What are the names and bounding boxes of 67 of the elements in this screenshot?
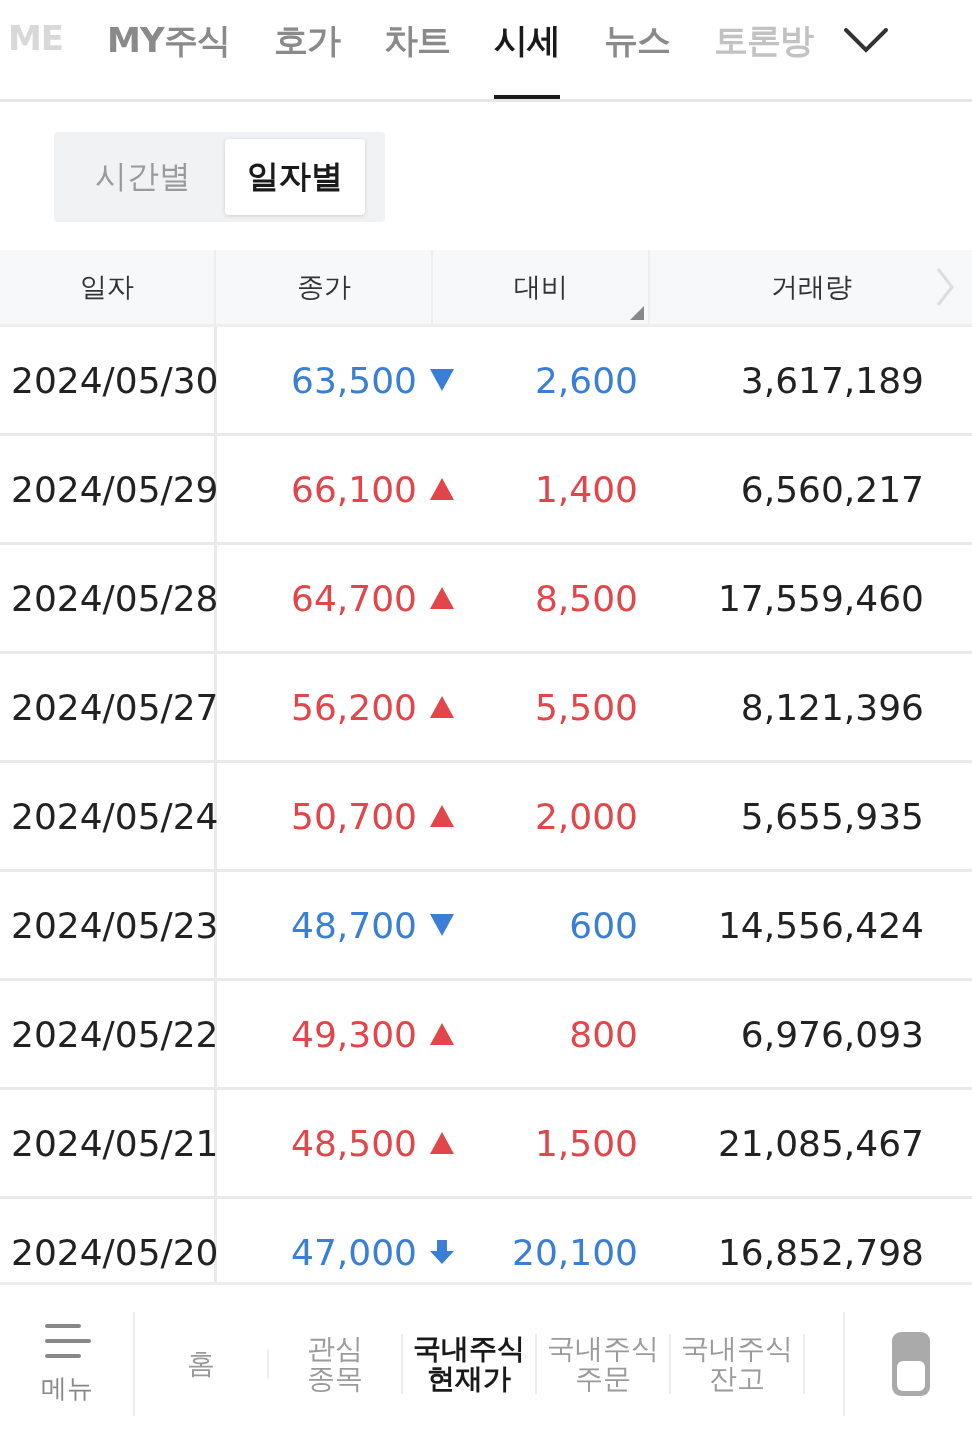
- segment-tab[interactable]: 시간별: [61, 139, 225, 215]
- triangle-down-icon: [429, 368, 455, 392]
- table-cell-text: 5,655,935: [739, 794, 924, 839]
- chevron-down-icon[interactable]: [842, 26, 889, 54]
- table-cell-text: 1,500: [533, 1121, 638, 1166]
- table-cell: 2024/05/21: [0, 1090, 217, 1196]
- triangle-up-icon: [429, 586, 455, 610]
- table-cell-text: 5,500: [533, 685, 638, 730]
- table-cell-text: 1,400: [533, 467, 638, 512]
- table-cell-text: 2,000: [533, 794, 638, 839]
- table-cell-text: 16,852,798: [716, 1230, 924, 1275]
- table-cell-text: 3,617,189: [739, 358, 924, 403]
- table-cell-text: 800: [568, 1012, 638, 1057]
- table-cell-text: 2,600: [533, 358, 638, 403]
- table-cell-text: 600: [568, 903, 638, 948]
- table-cell-text: 17,559,460: [716, 576, 924, 621]
- table-cell: 47,000: [291, 1231, 417, 1273]
- table-cell: 2024/05/29: [0, 436, 217, 542]
- tab[interactable]: 차트: [383, 18, 450, 99]
- menu-label[interactable]: 메뉴: [40, 1370, 93, 1406]
- table-cell: 64,700: [291, 577, 417, 619]
- table-header-cell: 거래량: [650, 250, 972, 324]
- table-cell: 56,200: [291, 686, 417, 728]
- table-cell-text: 21,085,467: [716, 1121, 924, 1166]
- triangle-down-icon: [429, 913, 455, 937]
- table-cell: 49,300: [291, 1013, 417, 1055]
- nav-item[interactable]: 관심 종목: [269, 1334, 403, 1394]
- table-cell: 48,500: [291, 1122, 417, 1164]
- table-cell: 48,700: [291, 904, 417, 946]
- table-cell-text: 14,556,424: [716, 903, 924, 948]
- tab[interactable]: 토론방: [713, 18, 813, 99]
- table-cell: 2024/05/28: [0, 545, 217, 651]
- nav-item[interactable]: 홈: [135, 1349, 269, 1379]
- nav-item[interactable]: 국내주식 잔고: [671, 1334, 805, 1394]
- table-cell: 66,100: [291, 468, 417, 510]
- table-cell: 2024/05/22: [0, 981, 217, 1087]
- menu-icon: [42, 1322, 91, 1359]
- table-cell: 63,500: [291, 359, 417, 401]
- table-cell: 2024/05/30: [0, 327, 217, 433]
- segment-tab[interactable]: 일자별: [225, 139, 365, 215]
- triangle-up-icon: [429, 804, 455, 828]
- table-header-cell: 일자: [0, 250, 216, 324]
- tab[interactable]: 호가: [273, 18, 340, 99]
- table-cell: 2024/05/24: [0, 763, 217, 869]
- tab[interactable]: 시세: [493, 18, 560, 99]
- nav-item[interactable]: 국내주식 현재가: [403, 1334, 537, 1394]
- triangle-up-icon: [429, 1131, 455, 1155]
- table-cell-text: 20,100: [511, 1230, 638, 1275]
- toggle-icon[interactable]: [891, 1331, 931, 1397]
- chevron-right-icon: [936, 267, 954, 307]
- arrow-down-icon: [429, 1239, 455, 1265]
- triangle-up-icon: [429, 1022, 455, 1046]
- table-header-cell: 종가: [216, 250, 433, 324]
- nav-item[interactable]: 국내주식 주문: [537, 1334, 671, 1394]
- table-cell-text: 6,560,217: [739, 467, 924, 512]
- triangle-up-icon: [429, 477, 455, 501]
- table-cell: 2024/05/23: [0, 872, 217, 978]
- sort-corner-icon: [630, 306, 644, 320]
- triangle-up-icon: [429, 695, 455, 719]
- tab[interactable]: 뉴스: [603, 18, 670, 99]
- table-cell: 2024/05/27: [0, 654, 217, 760]
- table-cell-text: 8,121,396: [739, 685, 924, 730]
- table-cell-text: 8,500: [533, 576, 638, 621]
- table-header-cell: 대비: [433, 250, 650, 324]
- table-cell-text: 6,976,093: [739, 1012, 924, 1057]
- table-cell: 50,700: [291, 795, 417, 837]
- tab[interactable]: MY주식: [107, 18, 230, 99]
